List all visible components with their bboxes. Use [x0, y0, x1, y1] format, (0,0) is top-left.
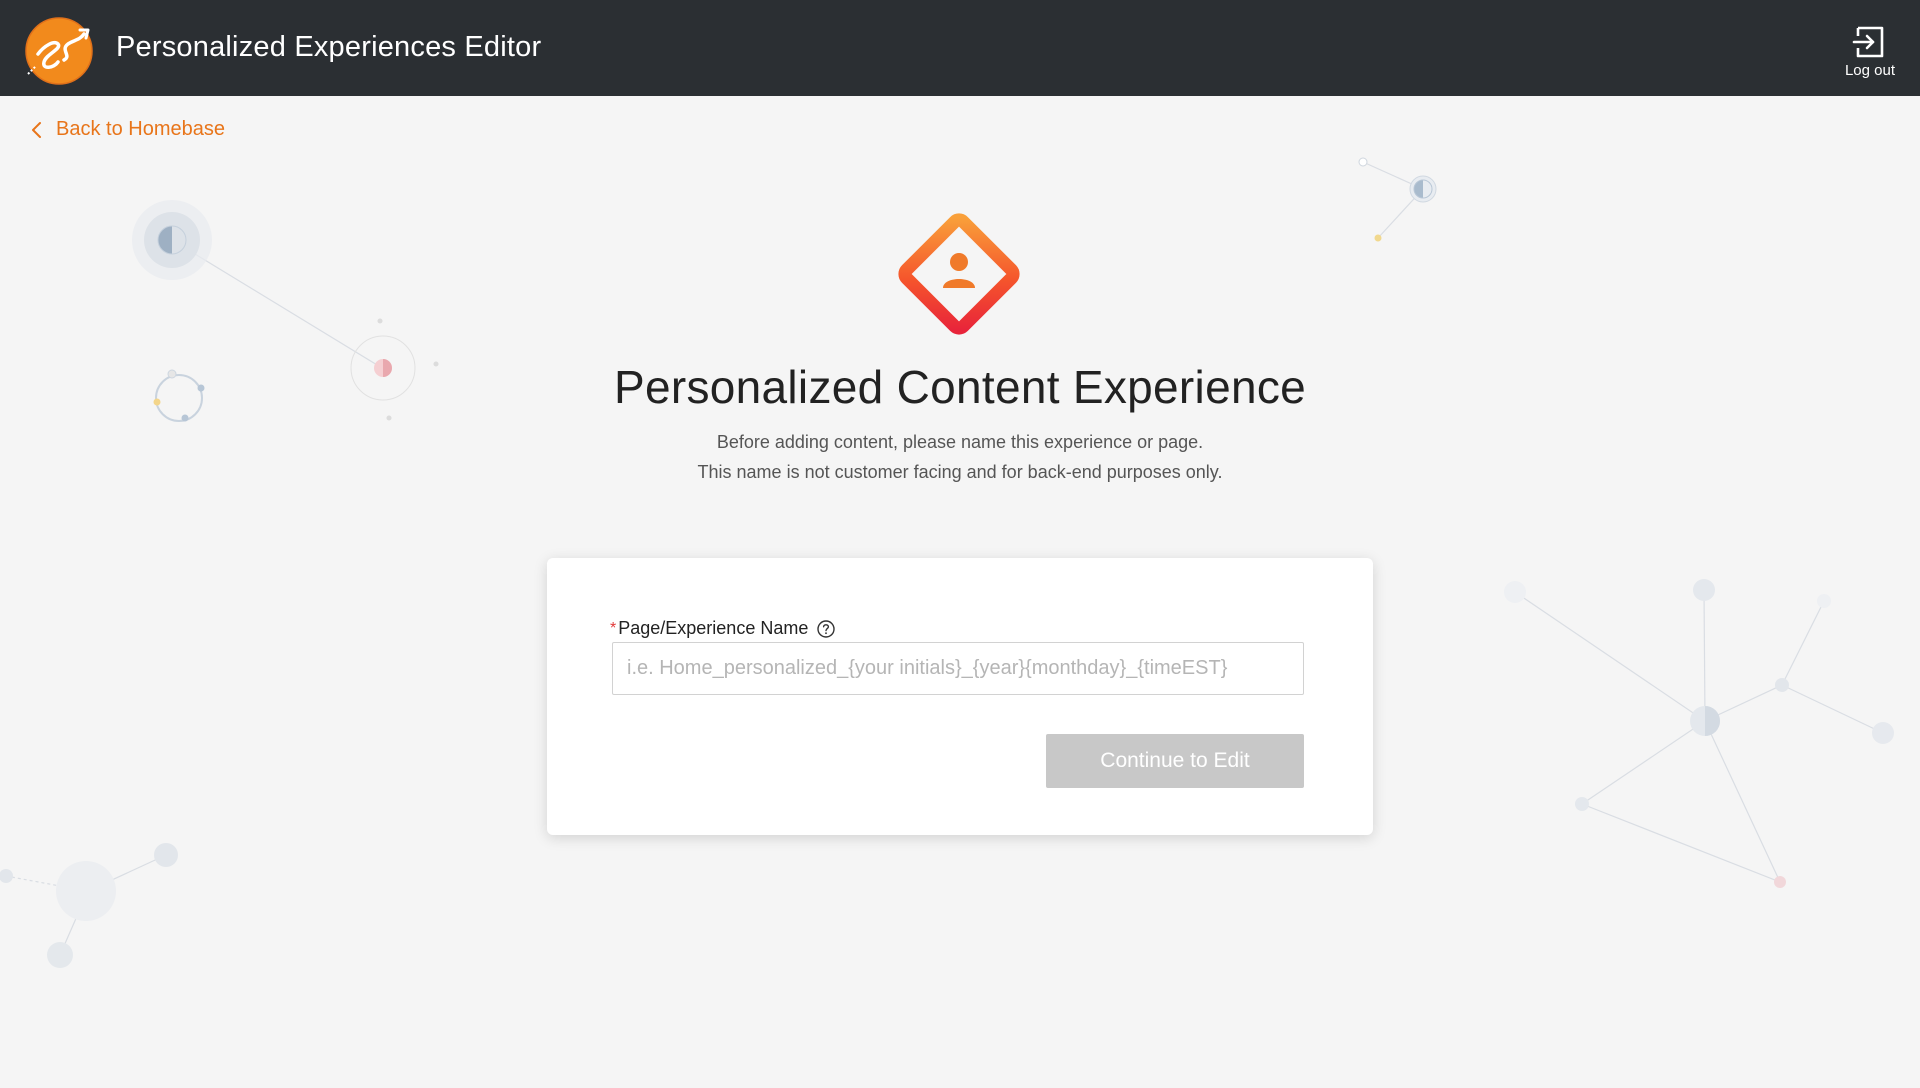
es-logo-icon[interactable]	[24, 16, 94, 86]
name-field-label: * Page/Experience Name	[610, 618, 836, 639]
chevron-left-icon	[32, 121, 41, 138]
name-field-label-text: Page/Experience Name	[618, 618, 809, 638]
logout-button[interactable]: Log out	[1840, 24, 1900, 79]
logout-icon	[1852, 26, 1884, 58]
app-title: Personalized Experiences Editor	[116, 31, 542, 63]
subtitle-line-2: This name is not customer facing and for…	[697, 462, 1223, 482]
continue-to-edit-button[interactable]: Continue to Edit	[1046, 734, 1304, 788]
back-to-homebase-link[interactable]: Back to Homebase	[30, 118, 225, 141]
logout-label: Log out	[1844, 62, 1896, 79]
experience-name-input[interactable]	[612, 642, 1304, 695]
page-subtitle: Before adding content, please name this …	[0, 427, 1920, 487]
required-marker: *	[610, 619, 617, 637]
back-link-label: Back to Homebase	[56, 118, 225, 140]
user-diamond-icon	[898, 213, 1020, 335]
subtitle-line-1: Before adding content, please name this …	[716, 432, 1204, 452]
top-bar: Personalized Experiences Editor Log out	[0, 0, 1920, 96]
page-title: Personalized Content Experience	[613, 361, 1307, 413]
question-circle-icon[interactable]	[816, 619, 836, 639]
experience-name-form-card: * Page/Experience Name Continue to Edit	[547, 558, 1373, 835]
